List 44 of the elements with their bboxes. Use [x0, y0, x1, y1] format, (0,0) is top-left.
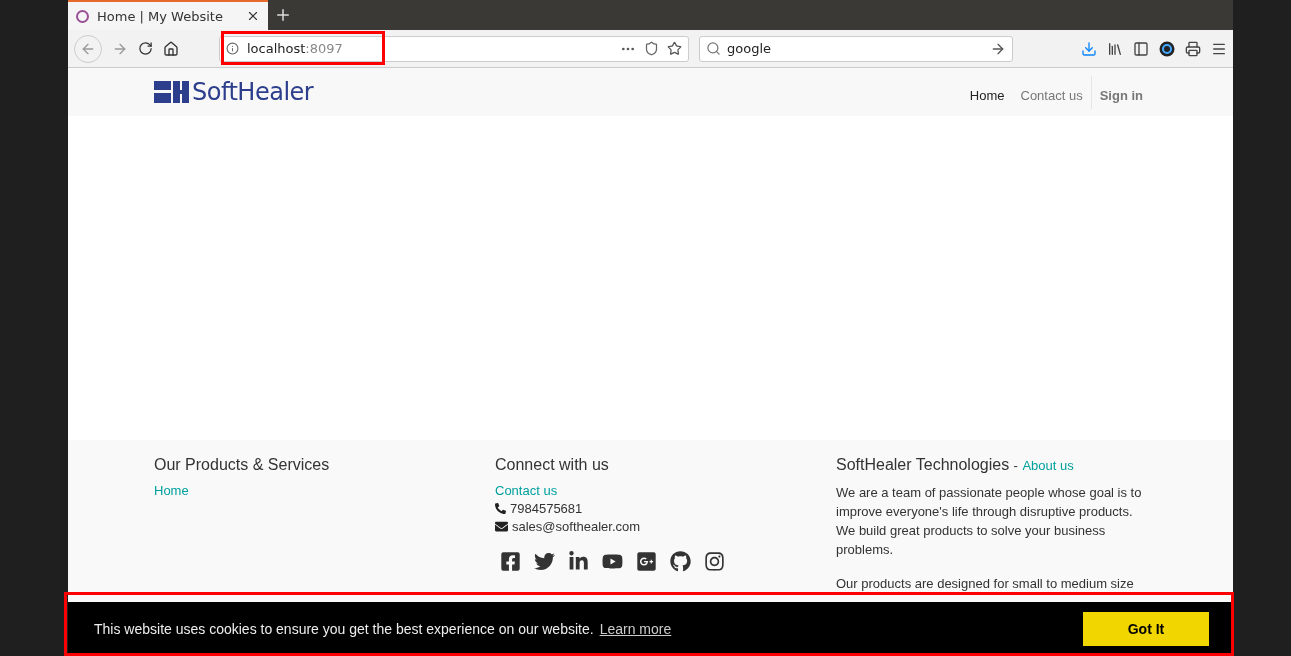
color-wheel-icon[interactable] [1159, 40, 1175, 57]
about-paragraph: Our products are designed for small to medium size [836, 575, 1135, 593]
tab-title: Home | My Website [97, 8, 224, 24]
logo-text: SoftHealer [192, 78, 314, 106]
twitter-icon[interactable] [534, 551, 555, 572]
got-it-button[interactable]: Got It [1083, 612, 1209, 646]
plus-icon [274, 6, 292, 24]
logo-mark-icon [154, 81, 190, 103]
bookmark-star-icon[interactable] [667, 41, 682, 56]
nav-link[interactable]: Contact us [1012, 87, 1091, 103]
logo[interactable]: SoftHealer [154, 78, 314, 106]
browser-tab[interactable]: Home | My Website [68, 0, 268, 30]
download-icon[interactable] [1081, 40, 1097, 57]
github-icon[interactable] [670, 551, 691, 572]
sidebar-icon[interactable] [1133, 40, 1149, 57]
cookie-message: This website uses cookies to ensure you get the best experience on our website. [94, 621, 594, 637]
learn-more-link[interactable]: Learn more [599, 621, 672, 637]
url-text: localhost:8097 [247, 41, 344, 56]
library-icon[interactable] [1107, 40, 1123, 57]
envelope-icon [495, 520, 508, 533]
address-bar[interactable]: localhost:8097 [219, 35, 689, 62]
linkedin-icon[interactable] [568, 551, 589, 572]
search-field[interactable]: google [699, 35, 1013, 62]
about-paragraph: We are a team of passionate people whose goal is to improve everyone's life through disruptive products. We build great products to solve your business problems. [836, 484, 1143, 559]
sign-in-link[interactable]: Sign in [1090, 75, 1143, 109]
facebook-icon[interactable] [500, 551, 521, 572]
footer-heading: SoftHealer Technologies [836, 456, 1010, 473]
close-icon[interactable] [246, 9, 260, 23]
search-icon [706, 41, 721, 56]
phone-icon [495, 503, 506, 514]
home-button[interactable] [163, 40, 179, 57]
email-address: sales@softhealer.com [512, 519, 641, 534]
phone-number: 7984575681 [510, 501, 583, 516]
info-icon [226, 42, 239, 55]
printer-icon[interactable] [1185, 40, 1201, 57]
site-icon [76, 9, 89, 23]
instagram-icon[interactable] [704, 551, 725, 572]
search-text: google [727, 41, 773, 56]
nav-link[interactable]: Home [961, 87, 1013, 103]
reload-button[interactable] [138, 41, 153, 56]
footer-heading: Our Products & Services [154, 456, 331, 474]
footer-heading: Connect with us [495, 456, 610, 474]
separator: - [1013, 458, 1018, 473]
google-plus-icon[interactable] [636, 551, 657, 572]
